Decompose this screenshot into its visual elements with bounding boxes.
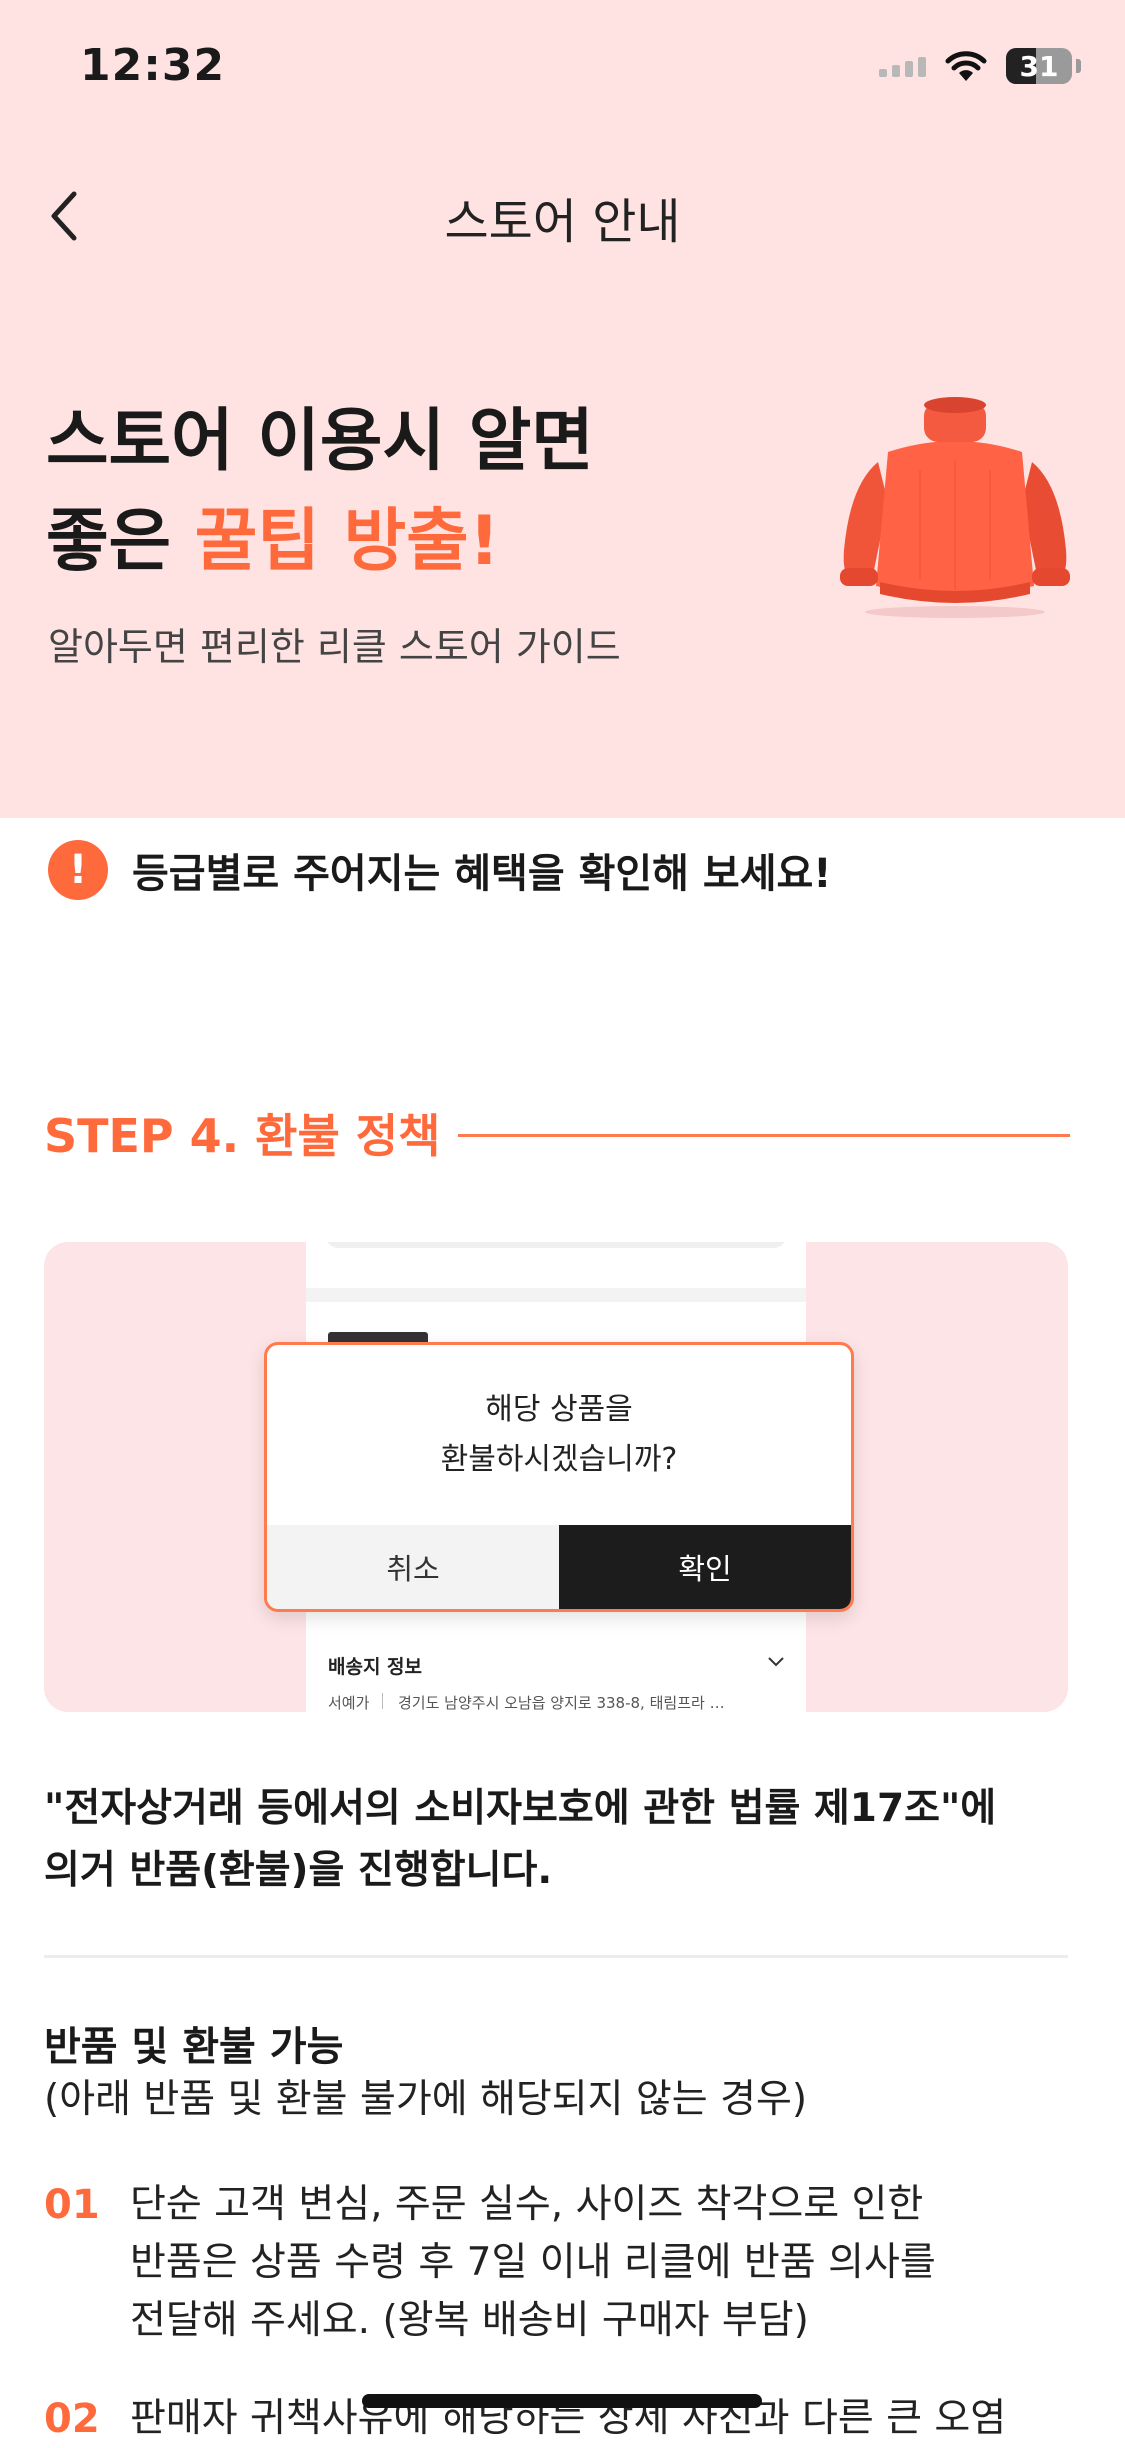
mock-confirm-button: 확인 — [559, 1525, 851, 1609]
step-title: STEP 4. 환불 정책 — [44, 1109, 441, 1163]
mock-dialog-message: 해당 상품을 환불하시겠습니까? — [267, 1385, 851, 1485]
list-item-line: 전달해 주세요. (왕복 배송비 구매자 부담) — [130, 2298, 809, 2343]
hero-title-line1: 스토어 이용시 알면 — [46, 402, 594, 481]
list-item-line: 반품은 상품 수령 후 7일 이내 리클에 반품 의사를 — [130, 2240, 936, 2285]
hero-title-accent: 꿀팁 방출! — [194, 502, 500, 581]
section-subtitle: (아래 반품 및 환불 불가에 해당되지 않는 경우) — [44, 2077, 808, 2122]
mock-separator — [306, 1288, 806, 1302]
mock-search-bar — [326, 1242, 786, 1248]
law-statement: "전자상거래 등에서의 소비자보호에 관한 법률 제17조"에 의거 반품(환불… — [44, 1778, 1084, 1902]
mock-shipping-name: 서예가 — [328, 1694, 370, 1712]
hero-title-line2: 좋은 꿀팁 방출! — [46, 492, 594, 592]
refund-illustration: 배송지 정보 서예가 경기도 남양주시 오남읍 양지로 338-8, 태림프라 … — [44, 1242, 1068, 1712]
page-title: 스토어 안내 — [444, 194, 681, 250]
sweater-illustration — [840, 397, 1070, 618]
section-title: 반품 및 환불 가능 — [44, 2024, 344, 2070]
signal-icon — [879, 55, 926, 77]
mock-dialog-buttons: 취소 확인 — [267, 1525, 851, 1609]
mock-cancel-button: 취소 — [267, 1525, 559, 1609]
mock-dialog-line1: 해당 상품을 — [485, 1392, 633, 1427]
alert-icon: ! — [48, 840, 108, 900]
law-line1: "전자상거래 등에서의 소비자보호에 관한 법률 제17조"에 — [44, 1786, 997, 1831]
mock-shipping-address: 경기도 남양주시 오남읍 양지로 338-8, 태림프라 … — [398, 1694, 725, 1712]
list-item-text: 단순 고객 변심, 주문 실수, 사이즈 착각으로 인한 반품은 상품 수령 후… — [130, 2176, 1070, 2350]
list-item-line: 단순 고객 변심, 주문 실수, 사이즈 착각으로 인한 — [130, 2182, 924, 2227]
hero-subtitle: 알아두면 편리한 리클 스토어 가이드 — [48, 625, 621, 669]
law-line2: 의거 반품(환불)을 진행합니다. — [44, 1848, 553, 1893]
mock-refund-dialog: 해당 상품을 환불하시겠습니까? 취소 확인 — [264, 1342, 854, 1612]
notice-banner[interactable]: ! 등급별로 주어지는 혜택을 확인해 보세요! — [48, 840, 832, 900]
hero-title: 스토어 이용시 알면 좋은 꿀팁 방출! — [46, 392, 594, 592]
hero-title-pre: 좋은 — [46, 502, 195, 581]
wifi-icon — [945, 51, 987, 81]
chevron-down-icon — [768, 1657, 784, 1667]
home-indicator[interactable] — [362, 2394, 762, 2408]
mock-divider — [382, 1693, 383, 1709]
battery-tip — [1076, 59, 1081, 73]
status-icons: 31 — [879, 48, 1081, 84]
mock-shipping-label: 배송지 정보 — [328, 1656, 423, 1678]
step-divider — [458, 1134, 1070, 1137]
battery-icon: 31 — [1006, 48, 1072, 84]
status-time: 12:32 — [80, 40, 226, 91]
list-item-number: 02 — [44, 2396, 100, 2442]
list-item-number: 01 — [44, 2182, 100, 2228]
notice-text: 등급별로 주어지는 혜택을 확인해 보세요! — [132, 851, 832, 897]
section-divider — [44, 1955, 1068, 1958]
list-item: 01 단순 고객 변심, 주문 실수, 사이즈 착각으로 인한 반품은 상품 수… — [44, 2176, 1070, 2350]
mock-dialog-line2: 환불하시겠습니까? — [440, 1442, 678, 1477]
battery-level: 31 — [1019, 49, 1059, 83]
